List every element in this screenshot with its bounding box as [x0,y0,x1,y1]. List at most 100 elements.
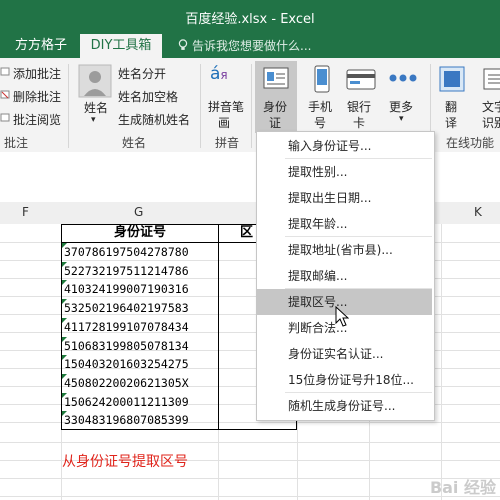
text-recognition-button[interactable]: 文字 识别 [474,61,500,133]
id-number-cell[interactable]: 330483196807085399 [62,411,218,429]
tab-fangfang[interactable]: 方方格子 [6,34,76,58]
add-comment-button[interactable]: 添加批注 [13,65,61,82]
column-header-k[interactable]: K [474,205,482,219]
gridline [0,496,500,497]
id-number-cell[interactable]: 45080220020621305X [62,373,218,392]
menu-item-label: 提取出生日期... [288,191,372,205]
menu-item[interactable]: 提取出生日期... [257,185,432,211]
pinyin-label-line2: 画 [218,116,231,130]
more-label: 更多 [389,100,414,114]
number-as-text-indicator-icon [62,336,67,342]
group-label-pinyin: 拼音 [215,136,240,150]
tell-me-search[interactable]: 告诉我您想要做什么... [178,34,311,58]
id-number-text: 330483196807085399 [64,413,189,428]
menu-item[interactable]: 身份证实名认证... [257,341,432,367]
menu-item[interactable]: 提取性别... [257,159,432,185]
more-button[interactable]: 更多 ▾ [384,61,422,133]
menu-item[interactable]: 15位身份证号升18位... [257,367,432,393]
number-as-text-indicator-icon [62,280,67,286]
menu-item-label: 提取性别... [288,165,348,179]
menu-item-label: 提取地址(省市县)... [288,243,393,257]
chevron-down-icon: ▾ [91,115,96,125]
table-border [218,224,219,430]
id-number-text: 150624200011211309 [64,394,189,409]
menu-item-label: 15位身份证号升18位... [288,373,414,387]
id-number-cell[interactable]: 150624200011211309 [62,392,218,411]
menu-item[interactable]: 提取地址(省市县)... [257,237,432,263]
menu-item-label: 随机生成身份证号... [288,399,396,413]
menu-item[interactable]: 提取年龄... [257,211,432,237]
id-number-text: 532502196402197583 [64,301,189,316]
phone-number-button[interactable]: 手机 号 [304,61,340,133]
ocr-icon [483,68,500,90]
window-title: 百度经验.xlsx - Excel [185,12,315,27]
id-number-text: 45080220020621305X [64,375,189,390]
menu-item[interactable]: 输入身份证号... [257,133,432,159]
split-name-button[interactable]: 姓名分开 [118,65,166,82]
id-number-cell[interactable]: 411728199107078434 [62,317,218,336]
delete-comment-button[interactable]: 删除批注 [13,88,61,105]
name-big-button[interactable]: 姓名 ▾ [78,64,112,136]
ocr-label-line1: 文字 [482,100,500,114]
bank-card-label-line2: 卡 [353,116,366,130]
tab-diy-toolbox[interactable]: DIY工具箱 [80,34,162,58]
group-separator [200,64,201,148]
id-number-text: 150403201603254275 [64,357,189,372]
ribbon-tab-bar: 方方格子 DIY工具箱 告诉我您想要做什么... [0,34,500,58]
lightbulb-icon [178,39,188,50]
title-bar: 百度经验.xlsx - Excel [0,0,500,34]
id-number-cell[interactable]: 410324199007190316 [62,280,218,298]
pinyin-icon: áя [210,64,228,84]
menu-item-label: 身份证实名认证... [288,347,384,361]
number-as-text-indicator-icon [62,317,67,323]
column-header-f[interactable]: F [22,205,29,219]
id-number-cell[interactable]: 150403201603254275 [62,355,218,373]
id-number-text: 522732197511214786 [64,263,189,278]
translate-icon [439,66,465,92]
bank-card-icon [346,69,376,90]
name-button-label: 姓名 [84,101,109,115]
id-number-text: 370786197504278780 [64,245,189,259]
pinyin-label-line1: 拼音笔 [208,100,245,114]
id-card-icon [263,67,289,89]
caption-text: 从身份证号提取区号 [62,454,188,470]
menu-item[interactable]: 提取邮编... [257,263,432,289]
id-number-cell[interactable]: 522732197511214786 [62,261,218,280]
browse-comments-button[interactable]: 批注阅览 [13,111,61,128]
translate-label-line1: 翻 [445,100,458,114]
id-card-button[interactable]: 身份 证 [255,61,297,133]
number-as-text-indicator-icon [62,373,67,379]
id-card-dropdown-menu: 输入身份证号... 提取性别... 提取出生日期... 提取年龄... 提取地址(省市县… [256,131,435,421]
phone-label-line1: 手机 [308,100,333,114]
translate-button[interactable]: 翻 译 [434,61,470,133]
name-add-space-button[interactable]: 姓名加空格 [118,88,178,105]
column-header-g[interactable]: G [134,205,143,219]
add-comment-icon [0,67,10,76]
table-header-area-code[interactable]: 区 [240,224,253,242]
phone-label-line2: 号 [314,116,327,130]
random-name-button[interactable]: 生成随机姓名 [118,111,190,128]
delete-comment-icon [0,90,10,99]
id-number-text: 510683199805078134 [64,338,189,353]
table-header-id[interactable]: 身份证号 [62,224,218,242]
menu-item[interactable]: 随机生成身份证号... [257,393,432,419]
group-separator [251,64,252,148]
number-as-text-indicator-icon [62,261,67,267]
gridline [0,442,500,443]
id-number-cell[interactable]: 510683199805078134 [62,336,218,355]
id-number-text: 410324199007190316 [64,282,189,297]
id-card-label-line1: 身份 [263,100,288,114]
gridline [0,478,500,479]
pinyin-stroke-button[interactable]: áя 拼音笔 画 [206,64,246,134]
mobile-phone-icon [314,65,330,93]
menu-item-label: 输入身份证号... [288,139,372,153]
id-number-cell[interactable]: 532502196402197583 [62,299,218,317]
ocr-label-line2: 识别 [482,116,500,130]
number-as-text-indicator-icon [62,411,67,417]
chevron-down-icon: ▾ [399,114,404,124]
group-label-online: 在线功能 [446,136,495,150]
number-as-text-indicator-icon [62,299,67,305]
id-number-cell[interactable]: 370786197504278780 [62,243,218,261]
mouse-cursor-icon [335,306,349,327]
bank-card-button[interactable]: 银行 卡 [342,61,382,133]
